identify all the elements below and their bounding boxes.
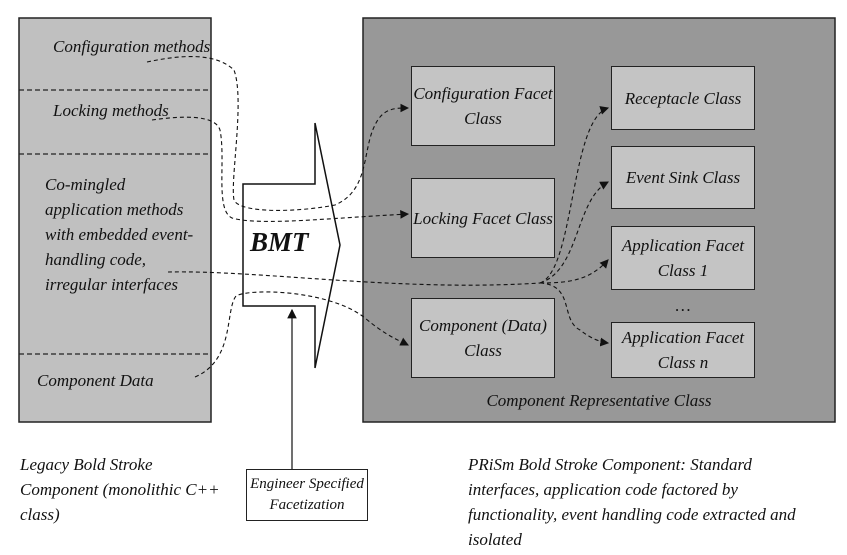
configuration-methods-label: Configuration methods	[53, 37, 211, 56]
locking-facet-class-box: Locking Facet Class	[411, 178, 555, 258]
bmt-label: BMT	[250, 227, 309, 257]
receptacle-class-box: Receptacle Class	[611, 66, 755, 130]
locking-methods-label: Locking methods	[53, 101, 169, 120]
event-sink-class-box: Event Sink Class	[611, 146, 755, 209]
component-data-class-box: Component (Data) Class	[411, 298, 555, 378]
prism-caption: PRiSm Bold Stroke Component: Standard in…	[468, 455, 796, 549]
application-facet-class-n-box: Application Facet Class n	[611, 322, 755, 378]
component-data-label: Component Data	[37, 371, 154, 390]
engineer-specified-facetization-box: Engineer Specified Facetization	[246, 469, 368, 521]
legacy-caption: Legacy Bold Stroke Component (monolithic…	[20, 455, 220, 524]
ellipsis: …	[675, 296, 691, 315]
application-facet-class-1-box: Application Facet Class 1	[611, 226, 755, 290]
co-mingled-methods-label: Co-mingled application methods with embe…	[45, 175, 194, 294]
component-representative-class-label: Component Representative Class	[486, 391, 712, 410]
configuration-facet-class-box: Configuration Facet Class	[411, 66, 555, 146]
